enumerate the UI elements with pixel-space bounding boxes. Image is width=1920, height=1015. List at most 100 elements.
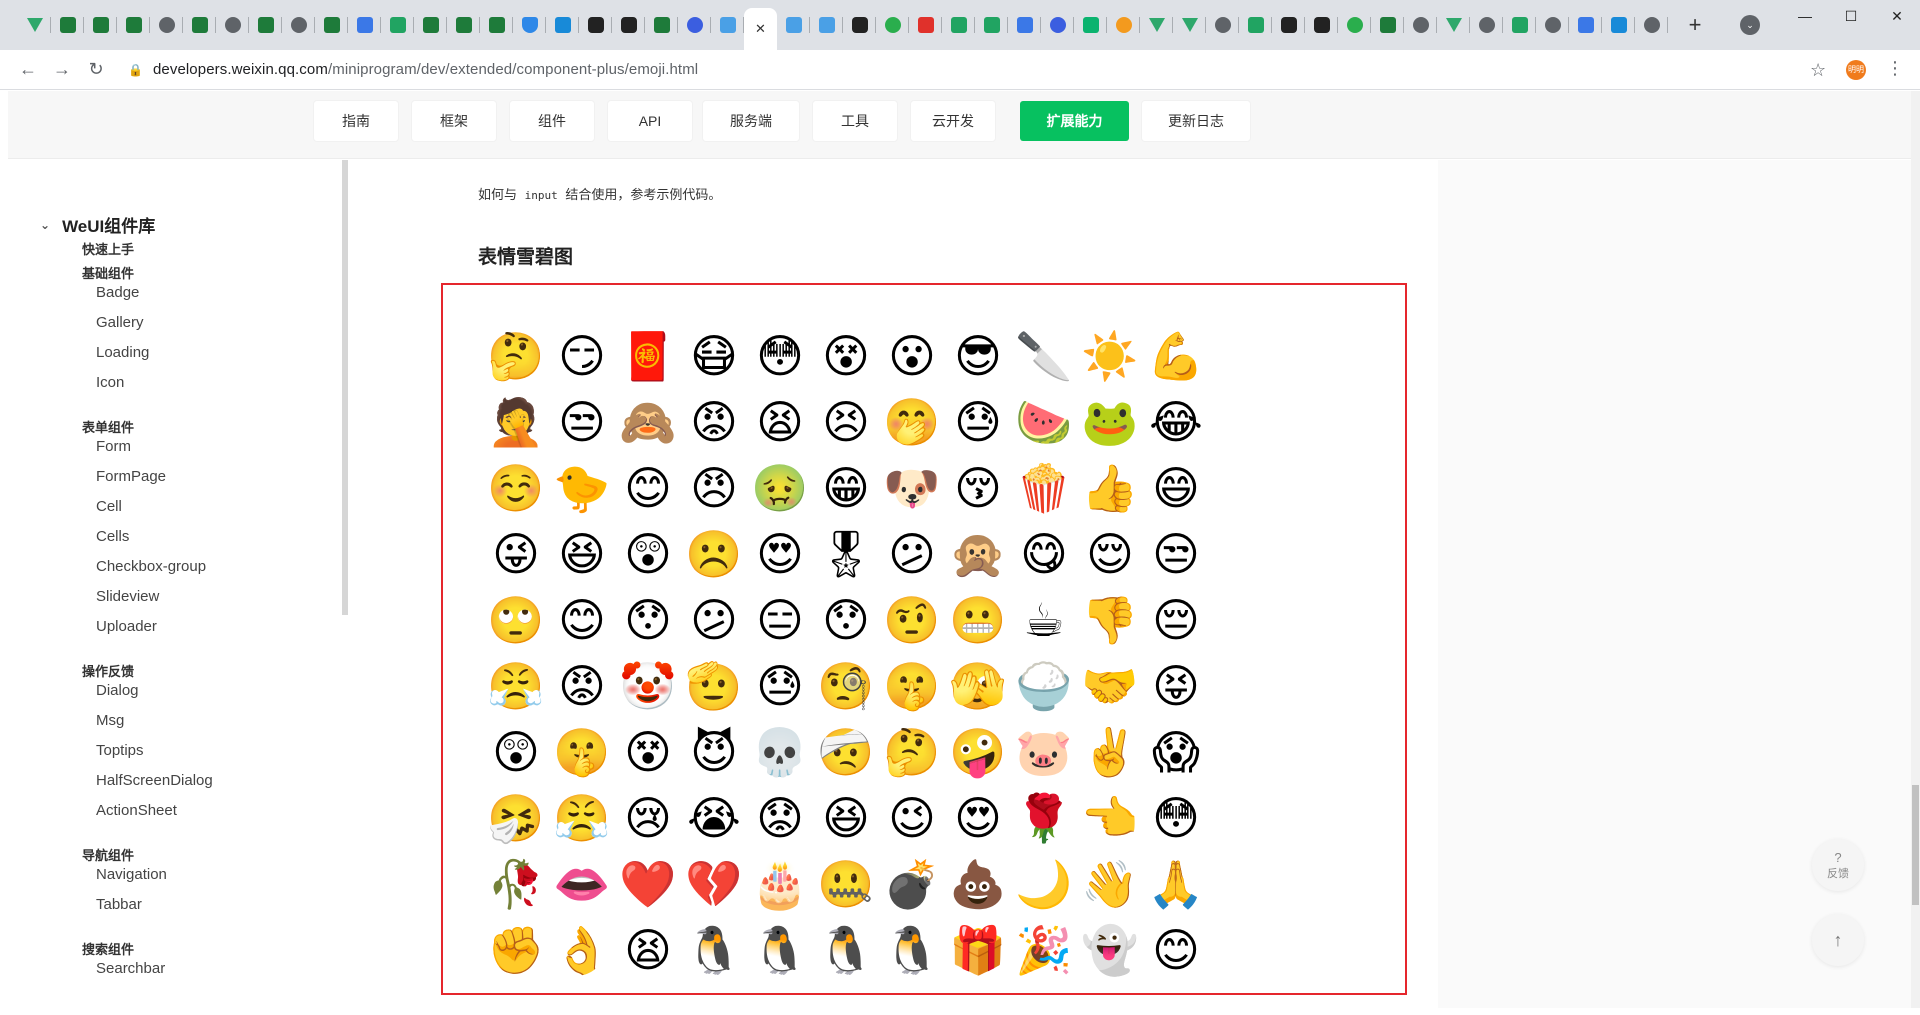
back-to-top-button[interactable]: ↑ xyxy=(1812,914,1864,966)
browser-tab[interactable] xyxy=(513,0,546,50)
browser-tab[interactable] xyxy=(810,0,843,50)
nav-item[interactable]: 工具 xyxy=(813,101,897,141)
browser-tab[interactable] xyxy=(216,0,249,50)
browser-tab[interactable] xyxy=(51,0,84,50)
browser-tab[interactable] xyxy=(1338,0,1371,50)
browser-tab[interactable] xyxy=(282,0,315,50)
nav-item[interactable]: 服务端 xyxy=(703,101,799,141)
close-window-button[interactable]: ✕ xyxy=(1874,0,1920,32)
forward-icon[interactable]: → xyxy=(46,54,78,86)
browser-tab[interactable] xyxy=(414,0,447,50)
browser-tab[interactable] xyxy=(1239,0,1272,50)
sidebar-item[interactable]: Toptips xyxy=(96,742,144,759)
nav-item[interactable]: 指南 xyxy=(314,101,398,141)
browser-tab[interactable] xyxy=(315,0,348,50)
browser-tab[interactable] xyxy=(975,0,1008,50)
browser-tab[interactable] xyxy=(1074,0,1107,50)
browser-tab[interactable] xyxy=(1041,0,1074,50)
browser-tab[interactable] xyxy=(1008,0,1041,50)
nav-item[interactable]: 云开发 xyxy=(911,101,995,141)
new-tab-button[interactable]: + xyxy=(1680,12,1710,38)
nav-item[interactable]: 扩展能力 xyxy=(1020,101,1129,141)
sidebar-item[interactable]: Checkbox-group xyxy=(96,558,206,575)
sidebar-item[interactable]: FormPage xyxy=(96,468,166,485)
sidebar-item[interactable]: Gallery xyxy=(96,314,144,331)
sidebar-item[interactable]: Badge xyxy=(96,284,139,301)
feedback-button[interactable]: ? 反馈 xyxy=(1812,839,1864,891)
sidebar-item[interactable]: ActionSheet xyxy=(96,802,177,819)
emoji-glyph: 😚 xyxy=(954,462,1002,514)
browser-tab[interactable] xyxy=(1569,0,1602,50)
close-tab-icon[interactable]: ✕ xyxy=(755,21,766,37)
browser-tab[interactable] xyxy=(942,0,975,50)
browser-tab[interactable] xyxy=(381,0,414,50)
browser-tab[interactable] xyxy=(447,0,480,50)
sidebar-item[interactable]: Icon xyxy=(96,374,124,391)
nav-item[interactable]: 更新日志 xyxy=(1142,101,1250,141)
address-bar[interactable]: developers.weixin.qq.com/miniprogram/dev… xyxy=(153,61,698,78)
sidebar-section-header[interactable]: ⌄ WeUI组件库 xyxy=(40,212,155,237)
browser-tab[interactable] xyxy=(1404,0,1437,50)
browser-tab[interactable] xyxy=(1107,0,1140,50)
browser-tab[interactable] xyxy=(678,0,711,50)
browser-tab[interactable] xyxy=(1470,0,1503,50)
browser-tab[interactable] xyxy=(1272,0,1305,50)
sidebar-item[interactable]: Tabbar xyxy=(96,896,142,913)
browser-tab[interactable] xyxy=(1536,0,1569,50)
sidebar-item[interactable]: Cell xyxy=(96,498,122,515)
browser-tab[interactable] xyxy=(876,0,909,50)
emoji-glyph: 🐧 xyxy=(883,924,941,976)
sidebar-item[interactable]: Form xyxy=(96,438,131,455)
minimize-button[interactable]: — xyxy=(1782,0,1828,32)
browser-tab[interactable] xyxy=(1371,0,1404,50)
browser-tab[interactable] xyxy=(150,0,183,50)
browser-tab[interactable] xyxy=(18,0,51,50)
sidebar-item[interactable]: HalfScreenDialog xyxy=(96,772,213,789)
browser-tab[interactable] xyxy=(183,0,216,50)
browser-tab[interactable] xyxy=(249,0,282,50)
sidebar-item[interactable]: Navigation xyxy=(96,866,167,883)
page-scrollbar-thumb[interactable] xyxy=(1912,785,1919,905)
browser-tab[interactable] xyxy=(117,0,150,50)
sidebar-item[interactable]: Cells xyxy=(96,528,129,545)
browser-tab[interactable] xyxy=(1173,0,1206,50)
browser-tab[interactable] xyxy=(909,0,942,50)
browser-tab[interactable] xyxy=(1635,0,1668,50)
article: 如何与 input 结合使用，参考示例代码。 表情雪碧图 🤔 😏 🧧 😷 😳 😵 😮 😎 🔪 ☀️… xyxy=(348,160,1438,1008)
profile-avatar[interactable]: 明明 xyxy=(1846,60,1866,80)
browser-tab[interactable] xyxy=(480,0,513,50)
nav-item[interactable]: 组件 xyxy=(510,101,594,141)
sidebar-item[interactable]: Searchbar xyxy=(96,960,165,977)
sidebar-item[interactable]: Dialog xyxy=(96,682,139,699)
browser-tab[interactable] xyxy=(645,0,678,50)
tab-search-icon[interactable]: ⌄ xyxy=(1740,15,1760,35)
sidebar-item[interactable]: Loading xyxy=(96,344,149,361)
browser-tab[interactable] xyxy=(84,0,117,50)
sidebar-item[interactable]: Slideview xyxy=(96,588,159,605)
lock-icon[interactable]: 🔒 xyxy=(128,63,143,77)
bookmark-star-icon[interactable]: ☆ xyxy=(1810,60,1826,81)
browser-menu-icon[interactable]: ⋮ xyxy=(1886,58,1906,79)
browser-tab[interactable] xyxy=(612,0,645,50)
browser-tab[interactable] xyxy=(1206,0,1239,50)
browser-tab[interactable] xyxy=(579,0,612,50)
browser-tab[interactable] xyxy=(1437,0,1470,50)
sidebar-item[interactable]: Msg xyxy=(96,712,124,729)
browser-tab[interactable] xyxy=(711,0,744,50)
sidebar-group-label[interactable]: 快速上手 xyxy=(82,239,134,258)
maximize-button[interactable]: ☐ xyxy=(1828,0,1874,32)
browser-tab[interactable] xyxy=(348,0,381,50)
browser-tab[interactable] xyxy=(1503,0,1536,50)
browser-tab[interactable] xyxy=(843,0,876,50)
nav-item[interactable]: 框架 xyxy=(412,101,496,141)
reload-icon[interactable]: ↻ xyxy=(80,54,112,86)
browser-tab-active[interactable]: ✕ xyxy=(744,8,777,50)
sidebar-item[interactable]: Uploader xyxy=(96,618,157,635)
back-icon[interactable]: ← xyxy=(12,54,44,86)
browser-tab[interactable] xyxy=(1140,0,1173,50)
browser-tab[interactable] xyxy=(1305,0,1338,50)
browser-tab[interactable] xyxy=(777,0,810,50)
browser-tab[interactable] xyxy=(1602,0,1635,50)
nav-item[interactable]: API xyxy=(608,101,692,141)
browser-tab[interactable] xyxy=(546,0,579,50)
